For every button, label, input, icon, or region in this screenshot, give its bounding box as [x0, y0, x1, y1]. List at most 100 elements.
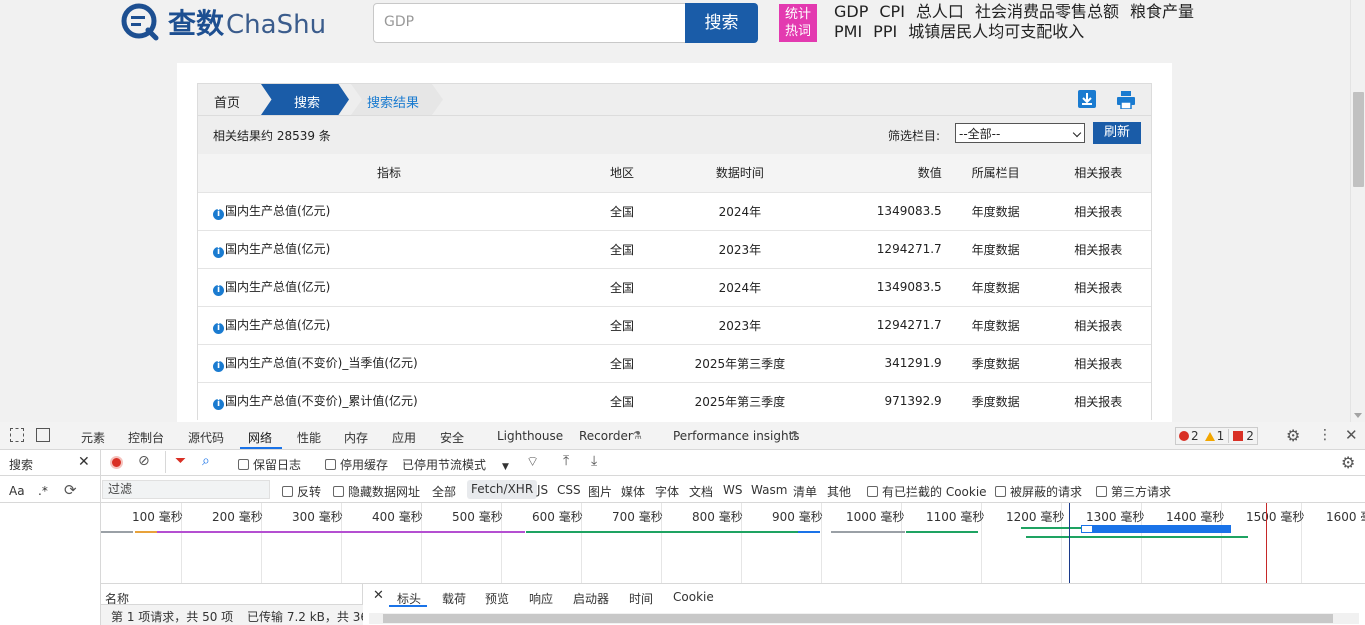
- related-report-link[interactable]: 相关报表: [1045, 343, 1152, 382]
- record-icon[interactable]: [110, 456, 123, 469]
- indicator-cell[interactable]: i 国内生产总值(亿元): [197, 267, 581, 306]
- type-filter-other[interactable]: 其他: [827, 483, 851, 500]
- search-input[interactable]: GDP: [373, 3, 686, 43]
- tab-lighthouse[interactable]: Lighthouse: [497, 429, 563, 443]
- category-cell[interactable]: 季度数据: [945, 343, 1046, 382]
- indicator-cell[interactable]: i 国内生产总值(不变价)_累计值(亿元): [197, 381, 581, 420]
- detail-tab-response[interactable]: 响应: [529, 590, 553, 607]
- info-icon[interactable]: i: [213, 361, 224, 372]
- clear-icon[interactable]: ⊘: [138, 453, 150, 469]
- info-icon[interactable]: i: [213, 399, 224, 411]
- site-logo[interactable]: 查数ChaShu: [120, 2, 326, 42]
- network-settings-icon[interactable]: ⚙: [1341, 453, 1355, 472]
- tab-network[interactable]: 网络: [248, 429, 272, 446]
- tab-recorder[interactable]: Recorder: [579, 429, 633, 443]
- network-conditions-icon[interactable]: ⌔: [526, 453, 539, 471]
- scroll-down-icon[interactable]: [1354, 413, 1362, 418]
- tab-performance-insights[interactable]: Performance insights: [673, 429, 800, 443]
- indicator-cell[interactable]: i 国内生产总值(亿元): [197, 191, 581, 230]
- close-devtools-icon[interactable]: ✕: [1345, 426, 1358, 444]
- hot-word-link[interactable]: 粮食产量: [1130, 2, 1194, 21]
- tab-application[interactable]: 应用: [392, 429, 416, 446]
- category-cell[interactable]: 年度数据: [945, 229, 1046, 268]
- download-icon[interactable]: [1078, 90, 1096, 108]
- type-filter-ws[interactable]: WS: [723, 483, 742, 497]
- search-button[interactable]: 搜索: [685, 3, 758, 43]
- type-filter-css[interactable]: CSS: [557, 483, 581, 497]
- breadcrumb-home[interactable]: 首页: [214, 92, 240, 111]
- indicator-cell[interactable]: i 国内生产总值(不变价)_当季值(亿元): [197, 343, 581, 382]
- detail-tab-initiator[interactable]: 启动器: [573, 590, 609, 607]
- tab-security[interactable]: 安全: [440, 429, 464, 446]
- filter-funnel-icon[interactable]: ⏷: [175, 453, 186, 469]
- info-icon[interactable]: i: [213, 323, 224, 334]
- tab-memory[interactable]: 内存: [344, 429, 368, 446]
- print-icon[interactable]: [1116, 91, 1135, 110]
- info-icon[interactable]: i: [213, 285, 224, 296]
- type-filter-js[interactable]: JS: [537, 483, 548, 497]
- type-filter-media[interactable]: 媒体: [621, 483, 645, 500]
- scrollbar-thumb[interactable]: [1353, 92, 1364, 187]
- breadcrumb-search[interactable]: 搜索: [294, 92, 320, 111]
- type-filter-doc[interactable]: 文档: [689, 483, 713, 500]
- refresh-button[interactable]: 刷新: [1093, 122, 1141, 144]
- filter-select[interactable]: --全部--: [955, 123, 1085, 143]
- detail-tab-cookies[interactable]: Cookie: [673, 590, 714, 604]
- throttle-select[interactable]: 已停用节流模式 ▼: [402, 456, 509, 473]
- tab-performance[interactable]: 性能: [297, 429, 321, 446]
- more-options-icon[interactable]: ⋮: [1318, 427, 1332, 443]
- disable-cache-checkbox[interactable]: 停用缓存: [325, 456, 388, 473]
- network-overview-timeline[interactable]: 100 毫秒 200 毫秒 300 毫秒 400 毫秒 500 毫秒 600 毫…: [101, 503, 1365, 583]
- close-detail-icon[interactable]: ✕: [373, 588, 384, 603]
- hot-word-link[interactable]: 总人口: [916, 2, 964, 21]
- type-filter-wasm[interactable]: Wasm: [751, 483, 787, 497]
- third-party-checkbox[interactable]: 第三方请求: [1096, 483, 1171, 500]
- info-icon[interactable]: i: [213, 247, 224, 258]
- page-scrollbar[interactable]: [1350, 0, 1365, 422]
- search-icon[interactable]: ⌕: [202, 453, 210, 469]
- tab-console[interactable]: 控制台: [128, 429, 164, 446]
- hot-word-link[interactable]: CPI: [879, 2, 905, 21]
- blocked-requests-checkbox[interactable]: 被屏蔽的请求: [995, 483, 1082, 500]
- type-filter-all[interactable]: 全部: [432, 483, 456, 500]
- hot-word-link[interactable]: PPI: [873, 22, 897, 41]
- hide-data-urls-checkbox[interactable]: 隐藏数据网址: [333, 483, 420, 500]
- info-icon[interactable]: i: [213, 209, 224, 220]
- category-cell[interactable]: 年度数据: [945, 267, 1046, 306]
- tab-sources[interactable]: 源代码: [188, 429, 224, 446]
- detail-tab-preview[interactable]: 预览: [485, 590, 509, 607]
- settings-gear-icon[interactable]: ⚙: [1286, 426, 1300, 445]
- import-har-icon[interactable]: ⤒: [563, 453, 569, 469]
- hot-word-link[interactable]: 社会消费品零售总额: [975, 2, 1119, 21]
- inspect-icon[interactable]: [10, 428, 24, 442]
- related-report-link[interactable]: 相关报表: [1045, 381, 1152, 420]
- preserve-log-checkbox[interactable]: 保留日志: [238, 456, 301, 473]
- hot-word-link[interactable]: 城镇居民人均可支配收入: [908, 22, 1084, 41]
- horizontal-scrollbar[interactable]: [369, 613, 1359, 624]
- type-filter-fetch-xhr[interactable]: Fetch/XHR: [467, 480, 538, 499]
- close-search-icon[interactable]: ✕: [78, 454, 90, 470]
- detail-tab-timing[interactable]: 时间: [629, 590, 653, 607]
- category-cell[interactable]: 季度数据: [945, 381, 1046, 420]
- hot-word-link[interactable]: PMI: [834, 22, 862, 41]
- network-filter-input[interactable]: 过滤: [102, 480, 270, 499]
- category-cell[interactable]: 年度数据: [945, 305, 1046, 344]
- type-filter-img[interactable]: 图片: [588, 483, 612, 500]
- invert-checkbox[interactable]: 反转: [282, 483, 321, 500]
- related-report-link[interactable]: 相关报表: [1045, 191, 1152, 230]
- tab-elements[interactable]: 元素: [81, 429, 105, 446]
- detail-tab-payload[interactable]: 载荷: [442, 590, 466, 607]
- type-filter-manifest[interactable]: 清单: [793, 483, 817, 500]
- related-report-link[interactable]: 相关报表: [1045, 305, 1152, 344]
- blocked-cookies-checkbox[interactable]: 有已拦截的 Cookie: [867, 483, 987, 500]
- issue-counters[interactable]: 2 1 2: [1175, 427, 1258, 445]
- device-toggle-icon[interactable]: [36, 428, 50, 442]
- breadcrumb-result[interactable]: 搜索结果: [367, 92, 419, 111]
- related-report-link[interactable]: 相关报表: [1045, 229, 1152, 268]
- hot-word-link[interactable]: GDP: [834, 2, 868, 21]
- type-filter-font[interactable]: 字体: [655, 483, 679, 500]
- export-har-icon[interactable]: ⤓: [591, 453, 597, 469]
- indicator-cell[interactable]: i 国内生产总值(亿元): [197, 229, 581, 268]
- indicator-cell[interactable]: i 国内生产总值(亿元): [197, 305, 581, 344]
- related-report-link[interactable]: 相关报表: [1045, 267, 1152, 306]
